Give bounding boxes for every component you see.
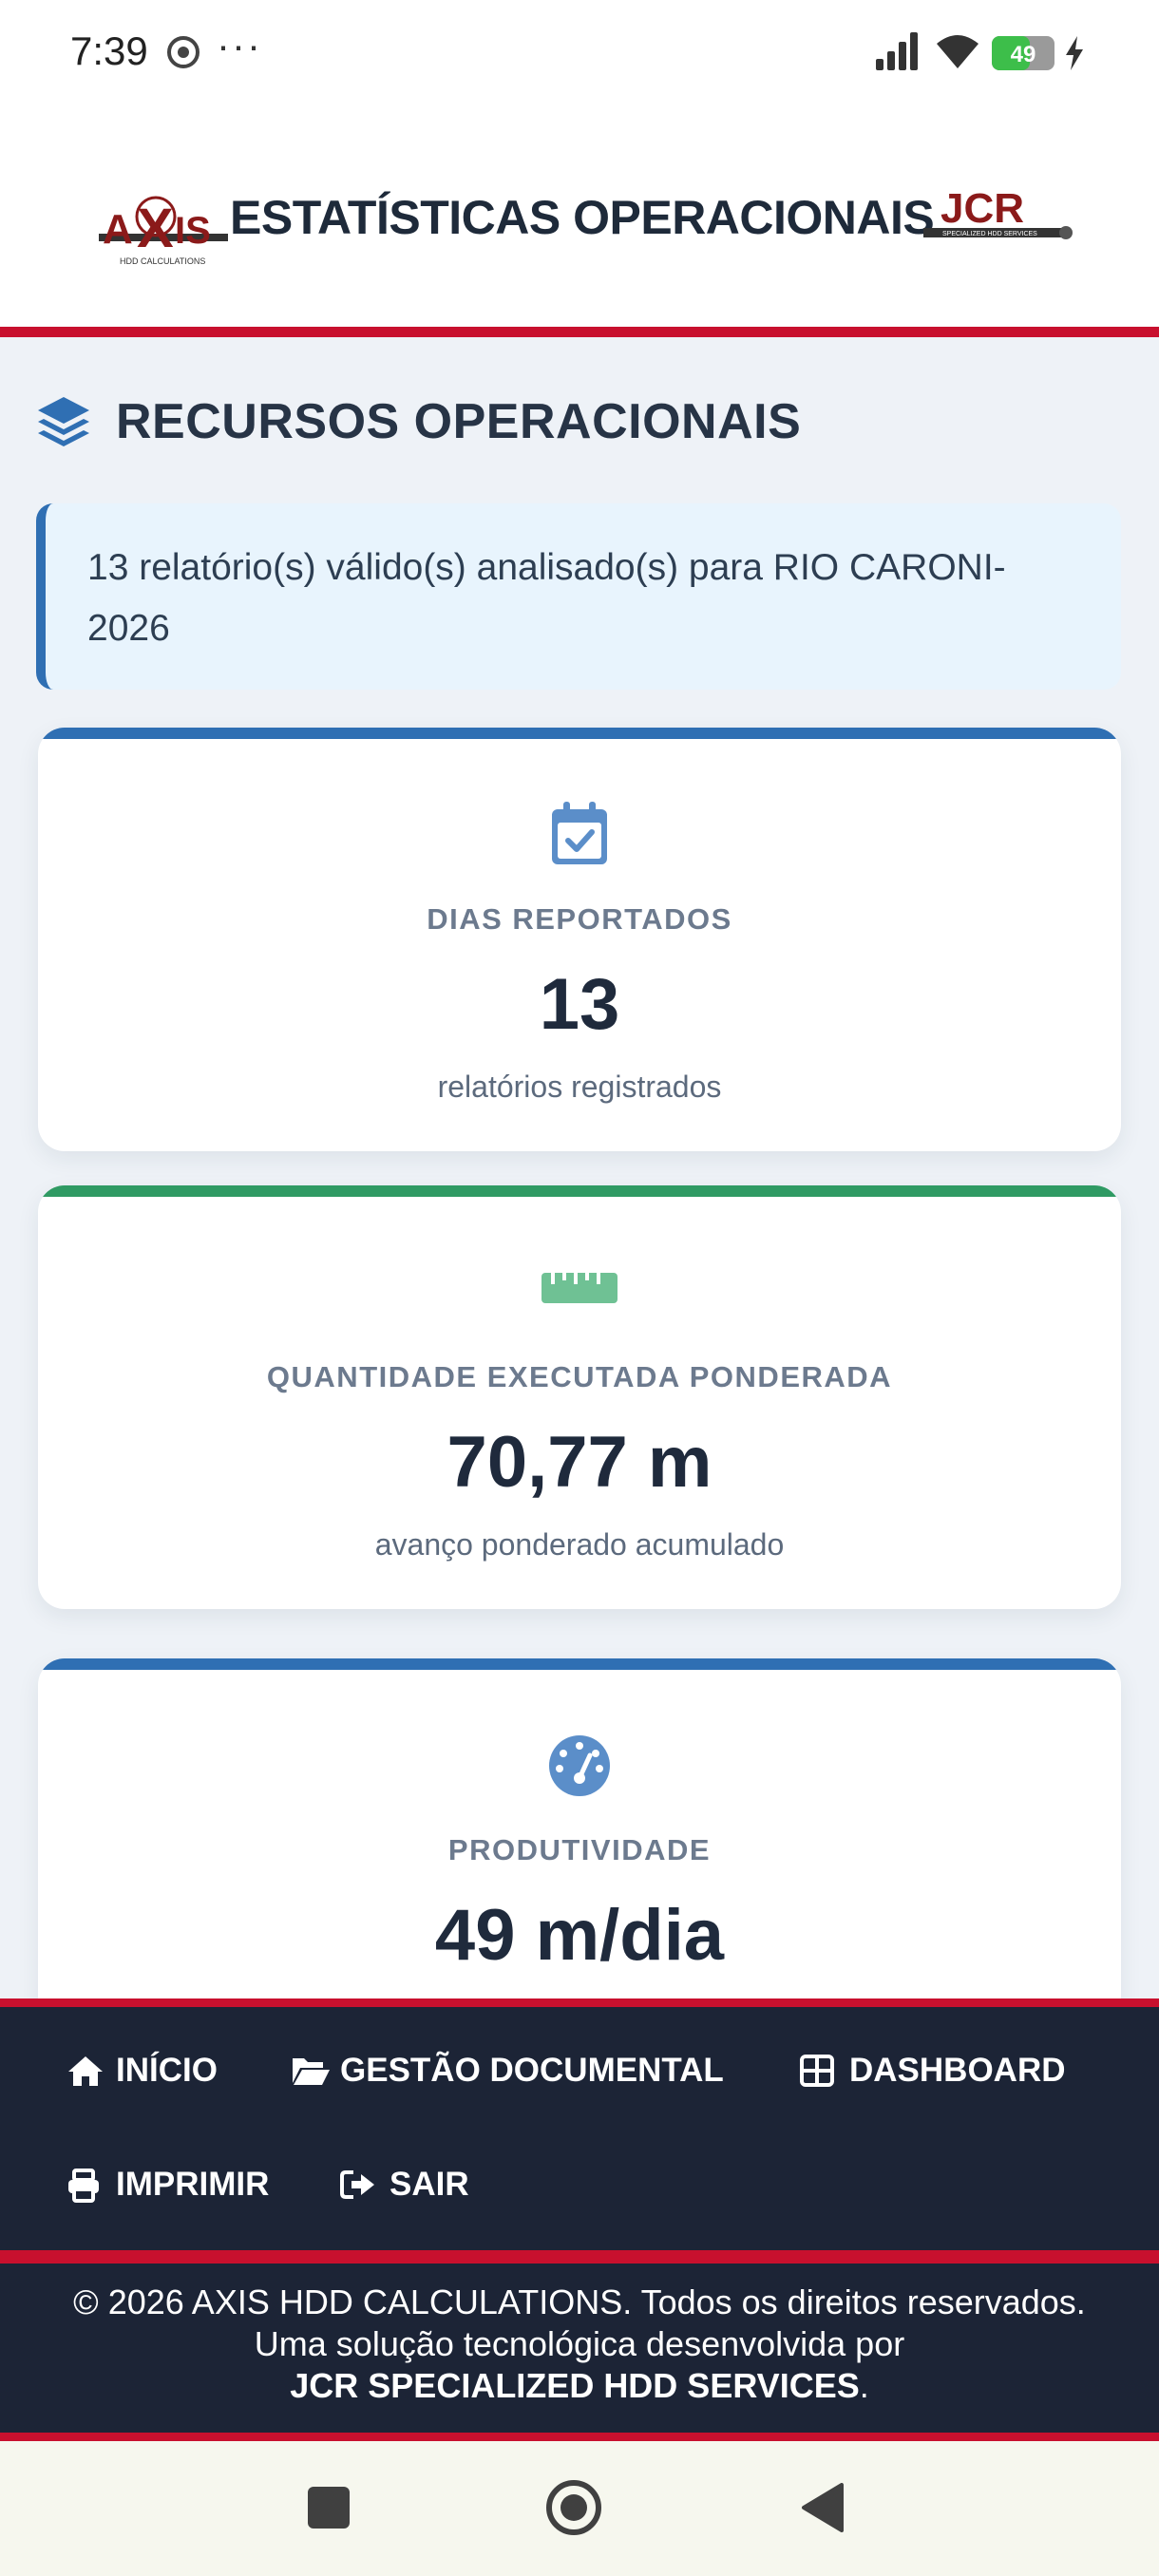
app-header: A X IS HDD CALCULATIONS ESTATÍSTICAS OPE… bbox=[0, 106, 1159, 337]
nav-dashboard-label: DASHBOARD bbox=[849, 2052, 1066, 2089]
wifi-icon bbox=[937, 35, 978, 68]
battery-icon: 49 bbox=[992, 36, 1054, 70]
page-footer: © 2026 AXIS HDD CALCULATIONS. Todos os d… bbox=[0, 2263, 1159, 2441]
nav-inicio[interactable]: INÍCIO bbox=[66, 2047, 238, 2094]
section-title: RECURSOS OPERACIONAIS bbox=[116, 394, 802, 449]
stat-subtitle: avanço ponderado acumulado bbox=[374, 1527, 785, 1562]
page-title: ESTATÍSTICAS OPERACIONAIS bbox=[230, 191, 935, 244]
bottom-navigation: INÍCIO GESTÃO DOCUMENTAL DASHBOARD IMPRI… bbox=[0, 1998, 1159, 2263]
home-button[interactable] bbox=[545, 2479, 602, 2536]
svg-text:49: 49 bbox=[1011, 42, 1036, 67]
more-notifications-icon: ··· bbox=[217, 23, 262, 67]
stat-value: 13 bbox=[539, 964, 620, 1045]
nav-inicio-label: INÍCIO bbox=[116, 2052, 218, 2089]
footer-company-name[interactable]: JCR SPECIALIZED HDD SERVICES bbox=[290, 2366, 859, 2405]
folder-open-icon bbox=[293, 2058, 330, 2085]
svg-text:JCR: JCR bbox=[940, 185, 1024, 232]
layers-icon bbox=[38, 397, 89, 446]
stat-label: QUANTIDADE EXECUTADA PONDERADA bbox=[266, 1360, 893, 1393]
info-text-line2: 2026 bbox=[87, 608, 170, 649]
gauge-icon bbox=[549, 1735, 610, 1796]
nav-imprimir-label: IMPRIMIR bbox=[116, 2166, 270, 2203]
footer-copyright: © 2026 AXIS HDD CALCULATIONS. Todos os d… bbox=[73, 2282, 1086, 2321]
svg-text:X: X bbox=[137, 198, 174, 259]
axis-logo[interactable]: A X IS HDD CALCULATIONS bbox=[99, 192, 228, 274]
status-bar: 7:39 ··· 49 bbox=[0, 0, 1159, 106]
charging-icon bbox=[1066, 36, 1083, 70]
jcr-logo[interactable]: JCR SPECIALIZED HDD SERVICES bbox=[923, 184, 1075, 260]
nav-dashboard[interactable]: DASHBOARD bbox=[800, 2047, 1085, 2094]
print-icon bbox=[68, 2169, 99, 2203]
home-icon bbox=[68, 2056, 103, 2086]
stat-label: PRODUTIVIDADE bbox=[447, 1833, 712, 1866]
ruler-icon bbox=[542, 1273, 618, 1303]
recents-button[interactable] bbox=[308, 2487, 350, 2529]
nav-imprimir[interactable]: IMPRIMIR bbox=[66, 2161, 294, 2208]
svg-text:HDD CALCULATIONS: HDD CALCULATIONS bbox=[120, 256, 205, 266]
logout-icon bbox=[340, 2170, 374, 2199]
svg-text:IS: IS bbox=[175, 210, 211, 252]
stat-card-quantity: QUANTIDADE EXECUTADA PONDERADA 70,77 m a… bbox=[38, 1185, 1121, 1609]
stat-card-days: DIAS REPORTADOS 13 relatórios registrado… bbox=[38, 728, 1121, 1151]
stat-label: DIAS REPORTADOS bbox=[427, 902, 732, 936]
svg-text:SPECIALIZED HDD SERVICES: SPECIALIZED HDD SERVICES bbox=[942, 231, 1037, 237]
table-icon bbox=[800, 2055, 834, 2087]
calendar-check-icon bbox=[552, 802, 607, 864]
info-alert: 13 relatório(s) válido(s) analisado(s) p… bbox=[36, 503, 1121, 690]
signal-icon bbox=[876, 32, 918, 70]
nav-sair-label: SAIR bbox=[390, 2166, 469, 2203]
nav-sair[interactable]: SAIR bbox=[340, 2161, 492, 2208]
stat-subtitle: relatórios registrados bbox=[437, 1070, 722, 1104]
nav-gestao-documental[interactable]: GESTÃO DOCUMENTAL bbox=[291, 2047, 747, 2094]
back-button[interactable] bbox=[800, 2483, 844, 2532]
footer-credit: Uma solução tecnológica desenvolvida por bbox=[254, 2324, 905, 2363]
nav-gestao-label: GESTÃO DOCUMENTAL bbox=[340, 2052, 724, 2089]
stat-value: 49 m/dia bbox=[434, 1895, 725, 1976]
footer-company: JCR SPECIALIZED HDD SERVICES. bbox=[290, 2366, 869, 2405]
svg-text:A: A bbox=[103, 206, 133, 253]
system-navigation-bar bbox=[0, 2441, 1159, 2576]
chrome-icon bbox=[167, 36, 200, 68]
info-text-line1: 13 relatório(s) válido(s) analisado(s) p… bbox=[87, 547, 1006, 588]
stat-value: 70,77 m bbox=[446, 1422, 712, 1503]
status-time: 7:39 bbox=[70, 28, 148, 73]
